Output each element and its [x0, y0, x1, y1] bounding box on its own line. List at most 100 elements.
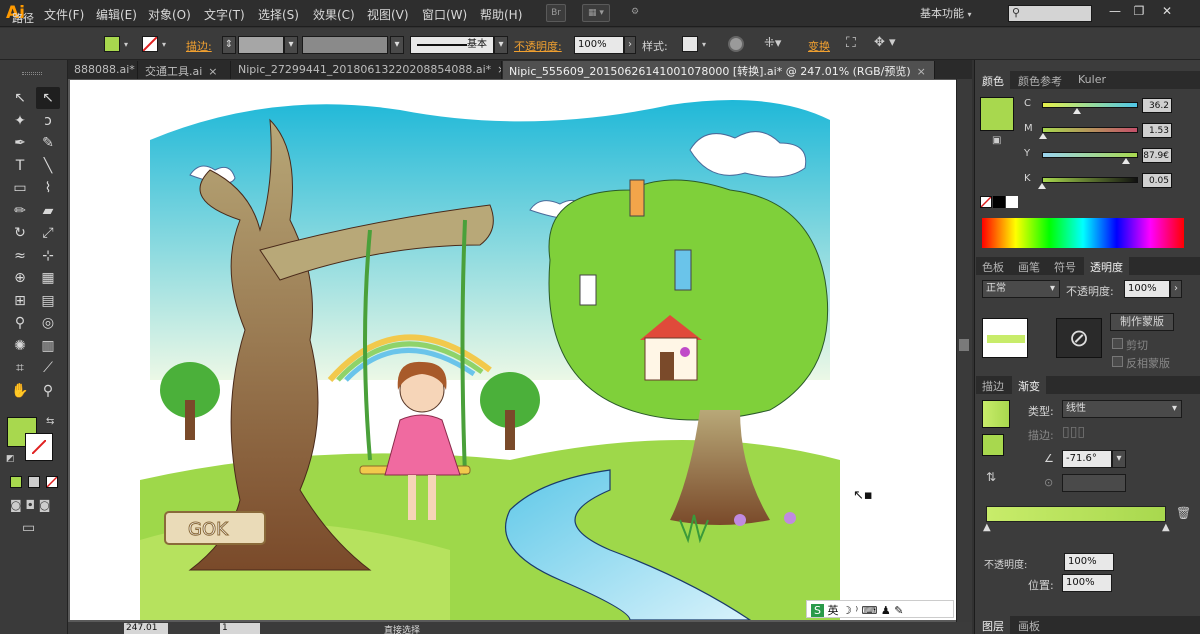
rotate-tool-icon[interactable]: ↻ [8, 222, 32, 244]
doc-tab-1[interactable]: 888088.ai* [68, 61, 138, 79]
menu-view[interactable]: 视图(V) [367, 6, 409, 23]
chevron-down-icon[interactable]: ▾ [1112, 450, 1126, 468]
close-icon[interactable]: × [917, 65, 926, 78]
menu-help[interactable]: 帮助(H) [480, 6, 522, 23]
rectangle-tool-icon[interactable]: ▭ [8, 177, 32, 199]
menu-edit[interactable]: 编辑(E) [96, 6, 137, 23]
perspective-grid-tool-icon[interactable]: ▦ [36, 267, 60, 289]
slider-thumb[interactable] [1072, 108, 1081, 114]
stroke-color-swatch[interactable] [25, 433, 53, 461]
free-transform-tool-icon[interactable]: ⊹ [36, 245, 60, 267]
gradient-position-input[interactable]: 100% [1062, 574, 1112, 592]
draw-mode-icon[interactable]: ◙ ◘ ◙ [10, 498, 50, 512]
type-tool-icon[interactable]: T [8, 155, 32, 177]
opacity-label[interactable]: 不透明度: [514, 38, 562, 54]
column-graph-tool-icon[interactable]: ▥ [36, 335, 60, 357]
tab-layers[interactable]: 图层 [976, 616, 1010, 634]
hand-tool-icon[interactable]: ✋ [8, 380, 32, 402]
gradient-slider[interactable] [986, 506, 1166, 522]
invert-mask-checkbox[interactable] [1112, 356, 1123, 367]
menu-window[interactable]: 窗口(W) [422, 6, 467, 23]
artboard-tool-icon[interactable]: ⌗ [8, 357, 32, 379]
make-mask-button[interactable]: 制作蒙版 [1110, 313, 1174, 331]
gradient-type-select[interactable]: 线性 ▾ [1062, 400, 1182, 418]
none-mode-button[interactable] [46, 476, 58, 488]
zoom-field[interactable]: 247.01 [124, 623, 168, 634]
tab-color[interactable]: 颜色 [976, 71, 1010, 89]
channel-value-input[interactable]: 1.53 [1142, 123, 1172, 138]
tab-stroke[interactable]: 描边 [976, 376, 1010, 394]
reverse-gradient-icon[interactable]: ⇅ [986, 470, 996, 484]
screen-mode-icon[interactable]: ▭ [22, 520, 35, 536]
artboard[interactable]: GOK [70, 80, 956, 620]
arrange-documents-icon[interactable]: ▦ ▾ [582, 4, 610, 22]
gpu-performance-icon[interactable]: ⚙ [622, 4, 648, 22]
recolor-artwork-icon[interactable] [728, 36, 744, 52]
chevron-down-icon[interactable]: ▾ [702, 40, 706, 49]
minimize-button[interactable]: — [1104, 3, 1126, 19]
blend-tool-icon[interactable]: ◎ [36, 312, 60, 334]
tab-color-guide[interactable]: 颜色参考 [1012, 71, 1068, 89]
stroke-label[interactable]: 描边: [186, 38, 212, 54]
menu-effect[interactable]: 效果(C) [313, 6, 355, 23]
fill-swatch[interactable] [104, 36, 120, 52]
bridge-button[interactable]: Br [546, 4, 566, 22]
more-options-icon[interactable]: ✥ ▾ [874, 35, 896, 50]
color-panel-swatch[interactable] [980, 97, 1014, 131]
scale-tool-icon[interactable]: ⤢ [36, 222, 60, 244]
help-search-input[interactable] [1008, 5, 1092, 22]
illustration-artwork[interactable]: GOK [70, 80, 956, 620]
default-colors-icon[interactable]: ◩ [6, 454, 15, 464]
gradient-stop-left[interactable]: ▲ [983, 522, 991, 533]
no-mask-icon[interactable]: ⊘ [1056, 318, 1102, 358]
toolbox-grip[interactable] [22, 72, 42, 75]
stroke-weight-input[interactable] [238, 36, 284, 54]
channel-slider[interactable] [1042, 102, 1138, 108]
workspace-switcher[interactable]: 基本功能 ▾ [920, 5, 972, 21]
ime-toolbar[interactable]: S 英 ☽ ⁾ ⌨ ♟ ✎ [806, 600, 954, 618]
gradient-angle-input[interactable]: -71.6° [1062, 450, 1112, 468]
tab-swatches[interactable]: 色板 [976, 257, 1010, 275]
doc-tab-active[interactable]: Nipic_555609_20150626141001078000 [转换].a… [503, 61, 935, 79]
color-spectrum[interactable] [982, 218, 1184, 248]
line-tool-icon[interactable]: ╲ [36, 155, 60, 177]
paintbrush-tool-icon[interactable]: ⌇ [36, 177, 60, 199]
selection-tool-icon[interactable]: ↖ [8, 87, 32, 109]
gradient-tool-icon[interactable]: ▤ [36, 290, 60, 312]
tab-kuler[interactable]: Kuler [1072, 71, 1112, 89]
gradient-stop-right[interactable]: ▲ [1162, 522, 1170, 533]
black-color-chip[interactable] [993, 196, 1005, 208]
align-icon[interactable]: ⁜▾ [764, 36, 781, 51]
chevron-down-icon[interactable]: ▾ [390, 36, 404, 54]
pen-tool-icon[interactable]: ✒ [8, 132, 32, 154]
chevron-down-icon[interactable]: ▾ [124, 40, 128, 49]
gradient-preview-swatch[interactable] [982, 400, 1010, 428]
close-icon[interactable]: × [497, 63, 501, 76]
eraser-tool-icon[interactable]: ▰ [36, 200, 60, 222]
delete-stop-icon[interactable]: 🗑 [1176, 506, 1191, 520]
object-thumbnail[interactable] [982, 318, 1028, 358]
symbol-sprayer-tool-icon[interactable]: ✺ [8, 335, 32, 357]
stroke-weight-stepper[interactable]: ⇕ [222, 36, 236, 54]
tab-brushes[interactable]: 画笔 [1012, 257, 1046, 275]
stroke-swatch[interactable] [142, 36, 158, 52]
slider-thumb[interactable] [1039, 133, 1048, 139]
slider-thumb[interactable] [1122, 158, 1131, 164]
vertical-scrollbar[interactable] [956, 79, 972, 622]
graphic-style-swatch[interactable] [682, 36, 698, 52]
curvature-tool-icon[interactable]: ✎ [36, 132, 60, 154]
slider-thumb[interactable] [1038, 183, 1046, 189]
transform-link[interactable]: 变换 [808, 38, 830, 54]
menu-file[interactable]: 文件(F) [44, 6, 84, 23]
channel-slider[interactable] [1042, 177, 1138, 183]
out-of-gamut-icon[interactable]: ▣ [992, 135, 1001, 146]
mesh-tool-icon[interactable]: ⊞ [8, 290, 32, 312]
transparency-opacity-input[interactable]: 100% [1124, 280, 1170, 298]
none-color-chip[interactable] [980, 196, 992, 208]
warp-tool-icon[interactable]: ≈ [8, 245, 32, 267]
direct-selection-tool-icon[interactable]: ↖ [36, 87, 60, 109]
menu-object[interactable]: 对象(O) [148, 6, 191, 23]
gradient-mode-button[interactable] [28, 476, 40, 488]
tab-gradient[interactable]: 渐变 [1012, 376, 1046, 394]
chevron-right-icon[interactable]: › [624, 36, 636, 54]
